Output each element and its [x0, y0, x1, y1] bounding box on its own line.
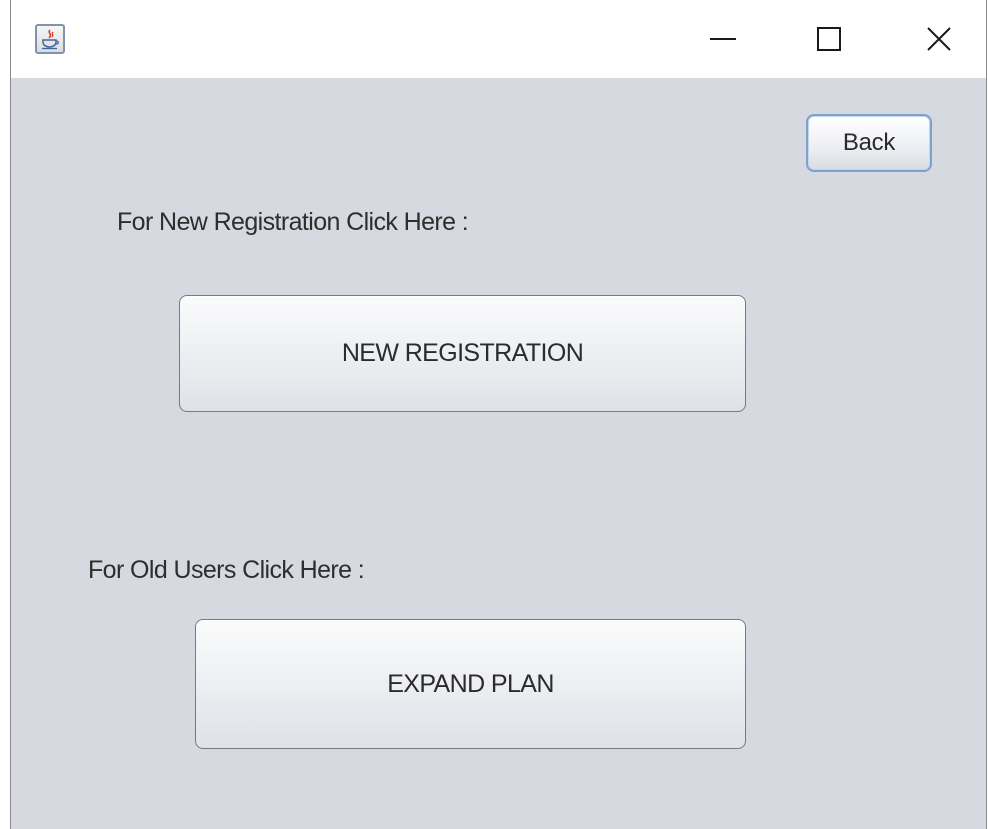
maximize-icon — [817, 27, 841, 51]
back-button[interactable]: Back — [806, 114, 932, 172]
maximize-button[interactable] — [799, 14, 859, 64]
title-bar[interactable] — [11, 0, 986, 78]
application-window: Back For New Registration Click Here : N… — [10, 0, 987, 829]
close-button[interactable] — [909, 14, 969, 64]
java-coffee-cup-icon[interactable] — [35, 24, 65, 54]
new-registration-button[interactable]: NEW REGISTRATION — [179, 295, 746, 412]
new-registration-prompt: For New Registration Click Here : — [117, 208, 469, 236]
old-users-prompt: For Old Users Click Here : — [88, 556, 365, 584]
expand-plan-button[interactable]: EXPAND PLAN — [195, 619, 746, 749]
minimize-icon — [710, 38, 736, 40]
close-icon — [927, 27, 951, 51]
minimize-button[interactable] — [693, 14, 753, 64]
content-panel: Back For New Registration Click Here : N… — [11, 78, 986, 829]
